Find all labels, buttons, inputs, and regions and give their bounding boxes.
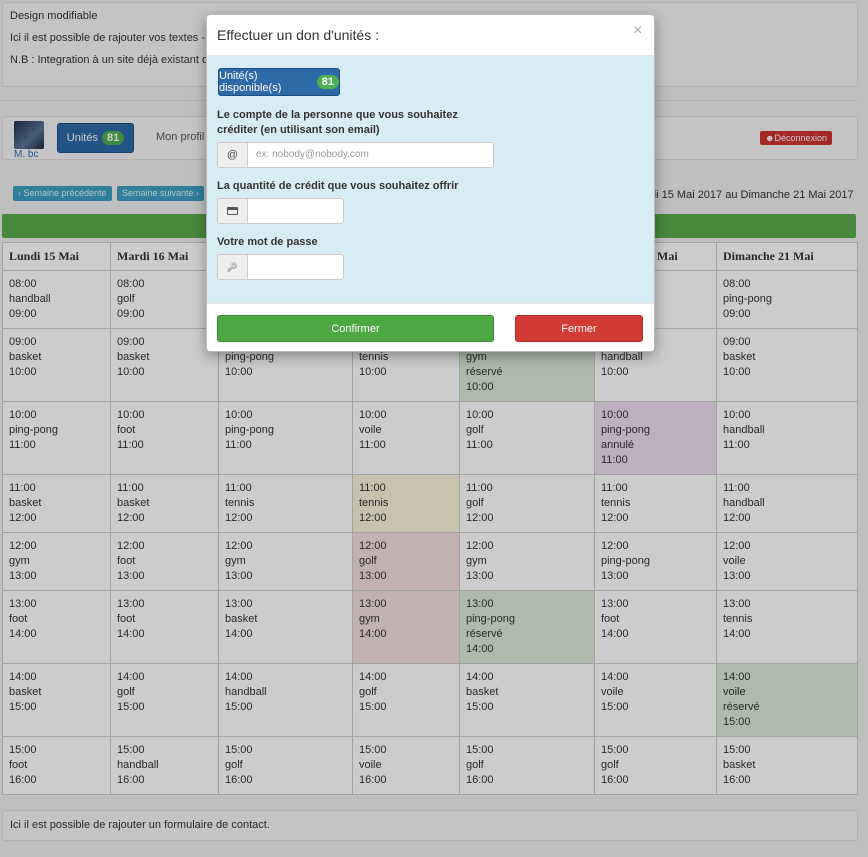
password-input[interactable] — [248, 255, 342, 277]
email-label: Le compte de la personne que vous souhai… — [217, 109, 458, 136]
password-label: Votre mot de passe — [217, 236, 318, 248]
donation-modal: Effectuer un don d'unités : × Unité(s) d… — [206, 14, 655, 352]
credit-card-icon — [218, 199, 248, 223]
at-icon: @ — [218, 143, 248, 167]
email-input-group: @ — [217, 142, 494, 168]
quantity-label: La quantité de crédit que vous souhaitez… — [217, 180, 459, 192]
quantity-input-group — [217, 198, 344, 224]
modal-title: Effectuer un don d'unités : — [217, 27, 379, 43]
quantity-input[interactable] — [248, 199, 342, 221]
close-button[interactable]: Fermer — [515, 315, 643, 342]
modal-footer: Confirmer Fermer — [207, 303, 654, 351]
password-input-group: 🔑 — [217, 254, 344, 280]
confirm-button[interactable]: Confirmer — [217, 315, 494, 342]
modal-body: Unité(s) disponible(s) 81 Le compte de l… — [207, 56, 654, 303]
available-units-button[interactable]: Unité(s) disponible(s) 81 — [218, 68, 340, 96]
available-units-badge: 81 — [316, 75, 339, 89]
available-units-label: Unité(s) disponible(s) — [219, 70, 282, 94]
close-icon[interactable]: × — [633, 22, 642, 40]
modal-header: Effectuer un don d'unités : × — [207, 15, 654, 56]
email-input[interactable] — [248, 143, 492, 165]
key-icon: 🔑 — [218, 255, 248, 279]
